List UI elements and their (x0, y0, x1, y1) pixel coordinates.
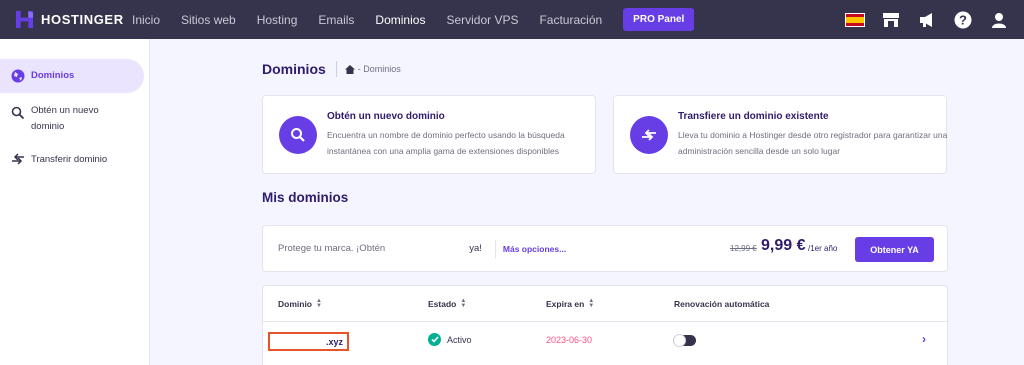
more-options-link[interactable]: Más opciones... (494, 239, 566, 258)
nav-servidor-vps[interactable]: Servidor VPS (446, 13, 518, 27)
breadcrumb-current: - Dominios (357, 64, 401, 74)
price-period: /1er año (808, 244, 838, 253)
chevron-right-icon[interactable]: › (922, 332, 926, 346)
brand-name: HOSTINGER (41, 12, 124, 27)
nav-emails[interactable]: Emails (318, 13, 354, 27)
main-nav: Inicio Sitios web Hosting Emails Dominio… (132, 8, 695, 31)
expiry-date: 2023-06-30 (546, 335, 593, 345)
domain-name-link[interactable]: .xyz (268, 332, 349, 351)
nav-dominios[interactable]: Dominios (375, 13, 425, 27)
sidebar-item-nuevo-dominio[interactable]: Obtén un nuevo dominio (0, 103, 144, 135)
sidebar-item-label: Dominios (31, 70, 75, 81)
check-circle-icon (428, 333, 441, 346)
auto-renew-toggle[interactable] (673, 334, 696, 347)
transfer-icon (642, 129, 656, 141)
divider (263, 321, 949, 322)
sort-icon: ▲ ▼ (316, 298, 322, 309)
nav-inicio[interactable]: Inicio (132, 13, 160, 27)
status-badge: Activo (428, 333, 472, 346)
column-header-dominio[interactable]: Dominio ▲ ▼ (278, 298, 322, 309)
sidebar: Dominios Obtén un nuevo dominio Transfer… (0, 39, 150, 365)
transfer-icon (12, 153, 24, 165)
globe-icon (11, 69, 25, 83)
pro-panel-button[interactable]: PRO Panel (623, 8, 695, 31)
section-title: Mis dominios (262, 190, 349, 205)
column-header-label: Renovación automática (674, 299, 770, 309)
sidebar-item-dominios[interactable]: Dominios (0, 59, 144, 93)
store-icon[interactable] (880, 9, 902, 31)
promo-description: Lleva tu dominio a Hostinger desde otro … (678, 130, 948, 156)
column-header-estado[interactable]: Estado ▲ ▼ (428, 298, 467, 309)
domain-offer-bar: Protege tu marca. ¡Obtén ya! Más opcione… (262, 225, 948, 272)
topbar-actions: ? (830, 0, 1010, 39)
user-icon[interactable] (988, 9, 1010, 31)
search-icon (291, 128, 305, 142)
promo-description: Encuentra un nombre de dominio perfecto … (327, 130, 565, 156)
promo-card-new-domain[interactable]: Obtén un nuevo dominio Encuentra un nomb… (262, 95, 596, 174)
promo-card-transfer-domain[interactable]: Transfiere un dominio existente Lleva tu… (613, 95, 947, 174)
page-title: Dominios (262, 61, 337, 77)
nav-sitios-web[interactable]: Sitios web (181, 13, 236, 27)
column-header-label: Estado (428, 299, 457, 309)
sidebar-item-label: Obtén un nuevo dominio (31, 105, 99, 132)
current-price: 9,99 € (761, 237, 806, 254)
hostinger-logo-icon (15, 10, 34, 29)
top-navbar: HOSTINGER Inicio Sitios web Hosting Emai… (0, 0, 1024, 39)
nav-facturacion[interactable]: Facturación (539, 13, 602, 27)
home-icon[interactable] (344, 64, 355, 74)
promo-title: Obtén un nuevo dominio (327, 111, 445, 122)
column-header-label: Dominio (278, 299, 312, 309)
sort-icon: ▲ ▼ (588, 298, 595, 309)
sort-icon: ▲ ▼ (460, 298, 467, 309)
promo-search-icon (279, 116, 317, 154)
offer-text: Protege tu marca. ¡Obtén (278, 243, 386, 254)
breadcrumb: - Dominios (344, 64, 401, 74)
column-header-renovacion: Renovación automática (674, 299, 769, 309)
nav-hosting[interactable]: Hosting (257, 13, 298, 27)
get-now-button[interactable]: Obtener YA (855, 237, 934, 262)
column-header-label: Expira en (546, 299, 585, 309)
column-header-expira[interactable]: Expira en ▲ ▼ (546, 298, 595, 309)
megaphone-icon[interactable] (916, 9, 938, 31)
help-icon[interactable]: ? (952, 9, 974, 31)
status-text: Activo (447, 334, 472, 345)
promo-title: Transfiere un dominio existente (678, 111, 829, 122)
svg-text:?: ? (959, 12, 967, 27)
sidebar-item-label: Transferir dominio (31, 154, 108, 165)
spain-flag-icon[interactable] (844, 9, 866, 31)
sidebar-item-transferir[interactable]: Transferir dominio (0, 152, 144, 168)
brand-logo[interactable]: HOSTINGER (15, 10, 125, 29)
offer-suffix: ya! (469, 243, 482, 254)
domains-table: Dominio ▲ ▼ Estado ▲ ▼ Expira en ▲ ▼ Renova… (262, 285, 949, 365)
promo-transfer-icon (630, 116, 668, 154)
page-header: Dominios - Dominios (262, 61, 401, 77)
search-icon (11, 106, 25, 120)
old-price: 12,99 € (730, 244, 757, 253)
toggle-knob (673, 334, 686, 347)
